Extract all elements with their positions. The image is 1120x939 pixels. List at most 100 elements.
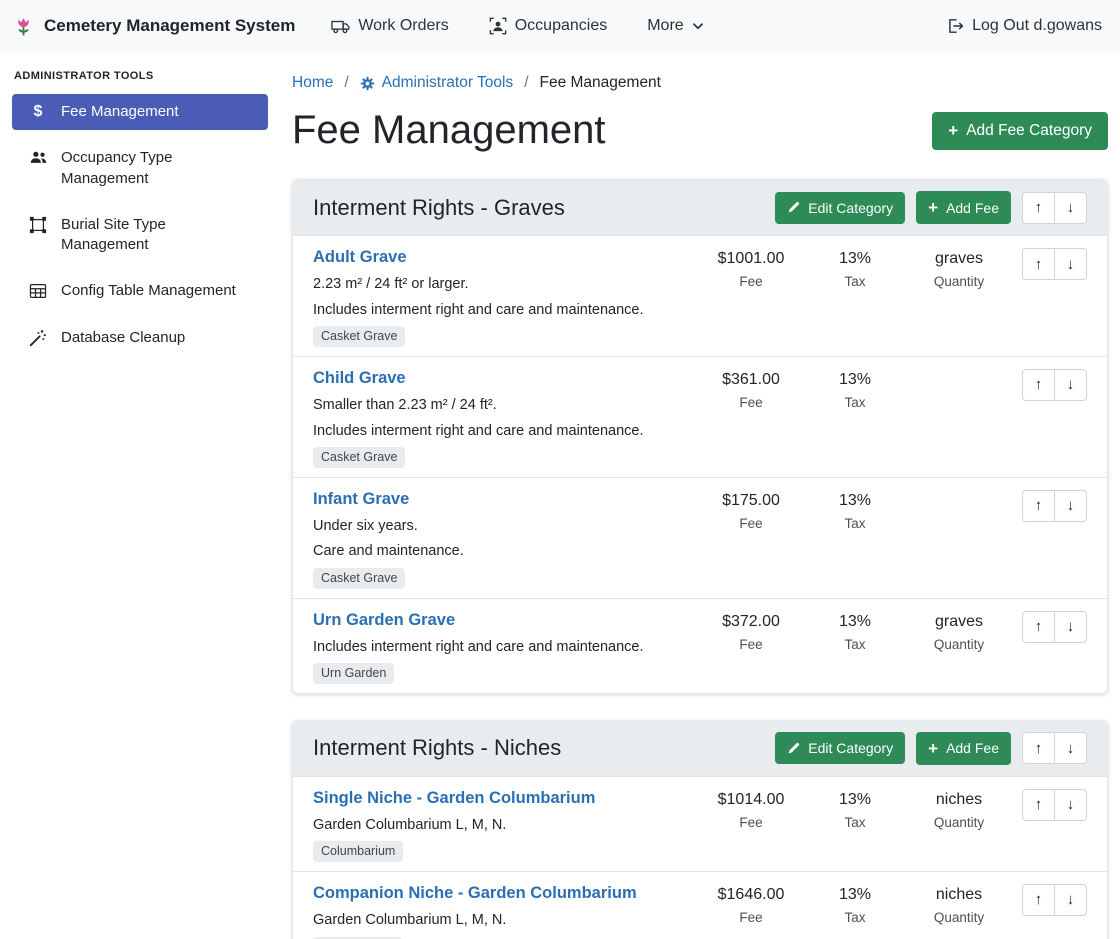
fee-amount-label: Fee <box>689 910 813 925</box>
add-fee-label: Add Fee <box>946 740 999 756</box>
move-category-up-button[interactable]: ↑ <box>1022 192 1055 224</box>
move-category-down-button[interactable]: ↓ <box>1054 732 1087 764</box>
fee-tax-column: 13% Tax <box>813 789 897 862</box>
person-bounding-box-icon <box>489 17 507 35</box>
fee-row: Child Grave Smaller than 2.23 m² / 24 ft… <box>293 357 1107 478</box>
move-category-down-button[interactable]: ↓ <box>1054 192 1087 224</box>
fee-name-link[interactable]: Urn Garden Grave <box>313 611 455 630</box>
fee-quantity-label: Quantity <box>897 815 1021 830</box>
move-fee-up-button[interactable]: ↑ <box>1022 490 1055 522</box>
arrow-up-icon: ↑ <box>1035 618 1043 635</box>
add-fee-button[interactable]: + Add Fee <box>916 191 1011 224</box>
fee-tax-label: Tax <box>813 637 897 652</box>
nav-more[interactable]: More <box>647 17 703 35</box>
fee-amount-column: $1646.00 Fee <box>689 884 813 939</box>
fee-amount: $1001.00 <box>689 250 813 268</box>
move-fee-down-button[interactable]: ↓ <box>1054 248 1087 280</box>
sidebar-item-fee-management[interactable]: $ Fee Management <box>12 94 268 130</box>
page-header: Fee Management + Add Fee Category <box>292 108 1108 153</box>
add-fee-button[interactable]: + Add Fee <box>916 732 1011 765</box>
breadcrumb-separator: / <box>524 74 528 92</box>
fee-tax: 13% <box>813 613 897 631</box>
nav-more-label: More <box>647 17 683 35</box>
edit-category-button[interactable]: Edit Category <box>775 732 905 764</box>
move-fee-up-button[interactable]: ↑ <box>1022 248 1055 280</box>
fee-description: Care and maintenance. <box>313 543 679 560</box>
logout-icon <box>946 17 964 35</box>
move-fee-up-button[interactable]: ↑ <box>1022 369 1055 401</box>
fee-reorder-group: ↑ ↓ <box>1022 248 1087 280</box>
fee-type-badge: Columbarium <box>313 841 403 862</box>
logout-label: Log Out d.gowans <box>972 17 1102 35</box>
category-title: Interment Rights - Graves <box>313 195 764 221</box>
logout-button[interactable]: Log Out d.gowans <box>946 17 1102 35</box>
fee-name-link[interactable]: Companion Niche - Garden Columbarium <box>313 884 637 903</box>
sidebar-item-burial-site-type-management[interactable]: Burial Site Type Management <box>12 207 268 264</box>
fee-descriptions: 2.23 m² / 24 ft² or larger. Includes inte… <box>313 276 679 318</box>
move-fee-up-button[interactable]: ↑ <box>1022 789 1055 821</box>
sidebar-item-database-cleanup[interactable]: Database Cleanup <box>12 320 268 356</box>
fee-name-link[interactable]: Infant Grave <box>313 490 409 509</box>
fee-row: Adult Grave 2.23 m² / 24 ft² or larger. I… <box>293 236 1107 357</box>
arrow-down-icon: ↓ <box>1067 891 1075 908</box>
sidebar-item-label: Fee Management <box>61 102 179 122</box>
add-fee-category-button[interactable]: + Add Fee Category <box>932 112 1108 150</box>
breadcrumb-admin-tools-label: Administrator Tools <box>382 74 514 92</box>
fee-descriptions: Includes interment right and care and ma… <box>313 639 679 656</box>
fee-tax-label: Tax <box>813 815 897 830</box>
fee-descriptions: Smaller than 2.23 m² / 24 ft².Includes i… <box>313 397 679 439</box>
fee-amount: $1646.00 <box>689 886 813 904</box>
fee-quantity-unit: graves <box>897 250 1021 268</box>
plus-icon: + <box>928 199 938 216</box>
fee-name-link[interactable]: Adult Grave <box>313 248 407 267</box>
breadcrumb-admin-tools-link[interactable]: Administrator Tools <box>360 74 514 92</box>
move-fee-down-button[interactable]: ↓ <box>1054 490 1087 522</box>
fee-description: Includes interment right and care and ma… <box>313 302 679 319</box>
fee-quantity-label: Quantity <box>897 637 1021 652</box>
fee-descriptions: Under six years.Care and maintenance. <box>313 518 679 560</box>
move-fee-down-button[interactable]: ↓ <box>1054 884 1087 916</box>
move-fee-down-button[interactable]: ↓ <box>1054 611 1087 643</box>
nav-work-orders[interactable]: Work Orders <box>331 17 448 36</box>
sidebar-item-label: Burial Site Type Management <box>61 215 252 256</box>
breadcrumb-separator: / <box>344 74 348 92</box>
edit-category-label: Edit Category <box>808 200 893 216</box>
edit-category-button[interactable]: Edit Category <box>775 192 905 224</box>
arrow-up-icon: ↑ <box>1035 256 1043 273</box>
fee-list: Adult Grave 2.23 m² / 24 ft² or larger. I… <box>293 236 1107 693</box>
main-nav: Work Orders Occupancies More <box>331 17 703 36</box>
arrow-down-icon: ↓ <box>1067 740 1075 757</box>
fee-tax-label: Tax <box>813 274 897 289</box>
sidebar-item-label: Database Cleanup <box>61 328 185 348</box>
fee-reorder-group: ↑ ↓ <box>1022 789 1087 821</box>
fee-tax-column: 13% Tax <box>813 611 897 684</box>
plus-icon: + <box>928 740 938 757</box>
category-title: Interment Rights - Niches <box>313 735 764 761</box>
fee-amount-label: Fee <box>689 815 813 830</box>
move-fee-up-button[interactable]: ↑ <box>1022 884 1055 916</box>
fee-tax: 13% <box>813 886 897 904</box>
fee-quantity-unit: niches <box>897 886 1021 904</box>
move-fee-down-button[interactable]: ↓ <box>1054 369 1087 401</box>
sidebar-item-config-table-management[interactable]: Config Table Management <box>12 273 268 309</box>
arrow-down-icon: ↓ <box>1067 497 1075 514</box>
fee-name-link[interactable]: Child Grave <box>313 369 406 388</box>
sidebar: ADMINISTRATOR TOOLS $ Fee Management Occ… <box>0 52 280 939</box>
breadcrumb-home-link[interactable]: Home <box>292 74 333 92</box>
fee-description: Includes interment right and care and ma… <box>313 423 679 440</box>
move-category-up-button[interactable]: ↑ <box>1022 732 1055 764</box>
arrow-up-icon: ↑ <box>1035 796 1043 813</box>
category-header: Interment Rights - Graves Edit Category … <box>293 180 1107 236</box>
fee-tax-label: Tax <box>813 516 897 531</box>
fee-tax: 13% <box>813 492 897 510</box>
fee-description: 2.23 m² / 24 ft² or larger. <box>313 276 679 293</box>
app-brand[interactable]: Cemetery Management System <box>12 13 295 39</box>
move-fee-down-button[interactable]: ↓ <box>1054 789 1087 821</box>
top-navbar: Cemetery Management System Work Orders <box>0 0 1120 52</box>
move-fee-up-button[interactable]: ↑ <box>1022 611 1055 643</box>
fee-name-link[interactable]: Single Niche - Garden Columbarium <box>313 789 595 808</box>
edit-category-label: Edit Category <box>808 740 893 756</box>
sidebar-item-occupancy-type-management[interactable]: Occupancy Type Management <box>12 140 268 197</box>
nav-occupancies[interactable]: Occupancies <box>489 17 608 35</box>
fee-category-card: Interment Rights - Graves Edit Category … <box>292 179 1108 694</box>
